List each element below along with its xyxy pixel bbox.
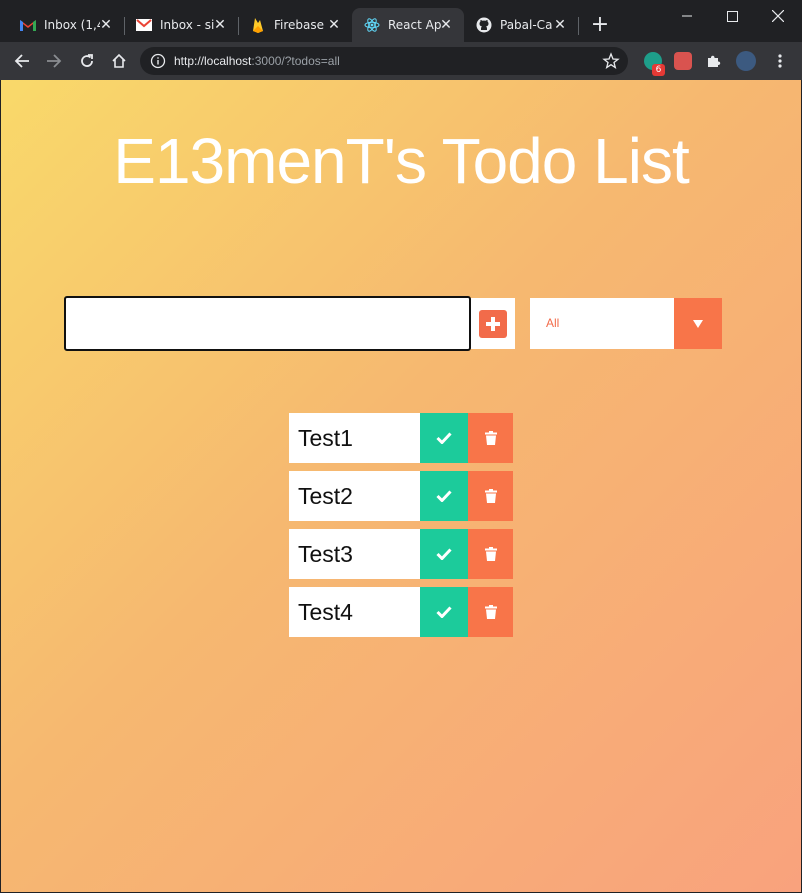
todo-text: Test1: [289, 413, 420, 463]
address-bar[interactable]: http://localhost:3000/?todos=all: [140, 47, 628, 75]
todo-text: Test3: [289, 529, 420, 579]
todo-list: Test1 Test2 Test3 Test4: [289, 413, 513, 645]
tab-title: Firebase: [274, 18, 325, 32]
trash-icon: [484, 431, 497, 445]
filter-select[interactable]: All: [530, 298, 722, 349]
tab-strip: Inbox (1,4 ✕ Inbox - si ✕ Firebase ✕ Rea…: [0, 0, 802, 42]
delete-button[interactable]: [468, 471, 513, 521]
tab-gmail-inbox-1[interactable]: Inbox (1,4 ✕: [8, 8, 125, 42]
todo-item: Test3: [289, 529, 513, 579]
todo-item: Test2: [289, 471, 513, 521]
todo-text: Test4: [289, 587, 420, 637]
close-window-icon[interactable]: [755, 0, 801, 32]
url-text: http://localhost:3000/?todos=all: [174, 54, 340, 68]
gmail-icon: [136, 17, 152, 33]
complete-button[interactable]: [420, 587, 468, 637]
trash-icon: [484, 605, 497, 619]
gmail-icon: [20, 17, 36, 33]
tab-title: Inbox (1,4: [44, 18, 100, 32]
reload-icon[interactable]: [75, 49, 99, 73]
tab-separator: [578, 17, 579, 35]
complete-button[interactable]: [420, 471, 468, 521]
trash-icon: [484, 547, 497, 561]
todo-item: Test1: [289, 413, 513, 463]
complete-button[interactable]: [420, 529, 468, 579]
page-title: E13menT's Todo List: [113, 125, 689, 197]
close-tab-icon[interactable]: ✕: [326, 17, 342, 33]
tab-github[interactable]: Pabal-Ca ✕: [464, 8, 579, 42]
react-icon: [364, 17, 380, 33]
url-host: http://localhost: [174, 54, 252, 68]
tab-gmail-inbox-2[interactable]: Inbox - si ✕: [124, 8, 239, 42]
puzzle-extensions-icon[interactable]: [702, 49, 726, 73]
delete-button[interactable]: [468, 587, 513, 637]
close-tab-icon[interactable]: ✕: [98, 17, 114, 33]
check-icon: [436, 606, 452, 618]
add-todo-button[interactable]: [471, 298, 515, 349]
maximize-icon[interactable]: [709, 0, 755, 32]
menu-kebab-icon[interactable]: [768, 49, 792, 73]
tab-title: React Ap: [388, 18, 442, 32]
new-tab-button[interactable]: +: [590, 14, 610, 36]
todo-item: Test4: [289, 587, 513, 637]
close-tab-icon[interactable]: ✕: [438, 17, 454, 33]
back-icon[interactable]: [10, 49, 34, 73]
github-icon: [476, 17, 492, 33]
home-icon[interactable]: [107, 49, 131, 73]
check-icon: [436, 432, 452, 444]
extension-icon[interactable]: [674, 52, 692, 70]
browser-toolbar: http://localhost:3000/?todos=all: [0, 42, 802, 80]
bookmark-star-icon[interactable]: [602, 52, 620, 70]
tab-title: Inbox - si: [160, 18, 215, 32]
firebase-icon: [250, 17, 266, 33]
close-tab-icon[interactable]: ✕: [552, 17, 568, 33]
check-icon: [436, 490, 452, 502]
avatar[interactable]: [736, 51, 756, 71]
todo-text: Test2: [289, 471, 420, 521]
plus-icon: [479, 309, 507, 338]
check-icon: [436, 548, 452, 560]
close-tab-icon[interactable]: ✕: [212, 17, 228, 33]
page-viewport: E13menT's Todo List All Test1 Test2 Test…: [1, 80, 801, 892]
delete-button[interactable]: [468, 413, 513, 463]
extension-badge: 6: [652, 64, 665, 76]
filter-selected-value: All: [546, 316, 560, 330]
tab-title: Pabal-Ca: [500, 18, 553, 32]
site-info-icon[interactable]: [150, 53, 166, 69]
url-path: :3000/?todos=all: [251, 54, 340, 68]
tab-react-app[interactable]: React Ap ✕: [352, 8, 464, 42]
todo-input[interactable]: [64, 296, 471, 351]
dropdown-arrow-icon[interactable]: [674, 298, 722, 349]
delete-button[interactable]: [468, 529, 513, 579]
minimize-icon[interactable]: [664, 0, 710, 32]
trash-icon: [484, 489, 497, 503]
complete-button[interactable]: [420, 413, 468, 463]
tab-firebase[interactable]: Firebase ✕: [238, 8, 352, 42]
forward-icon[interactable]: [42, 49, 66, 73]
